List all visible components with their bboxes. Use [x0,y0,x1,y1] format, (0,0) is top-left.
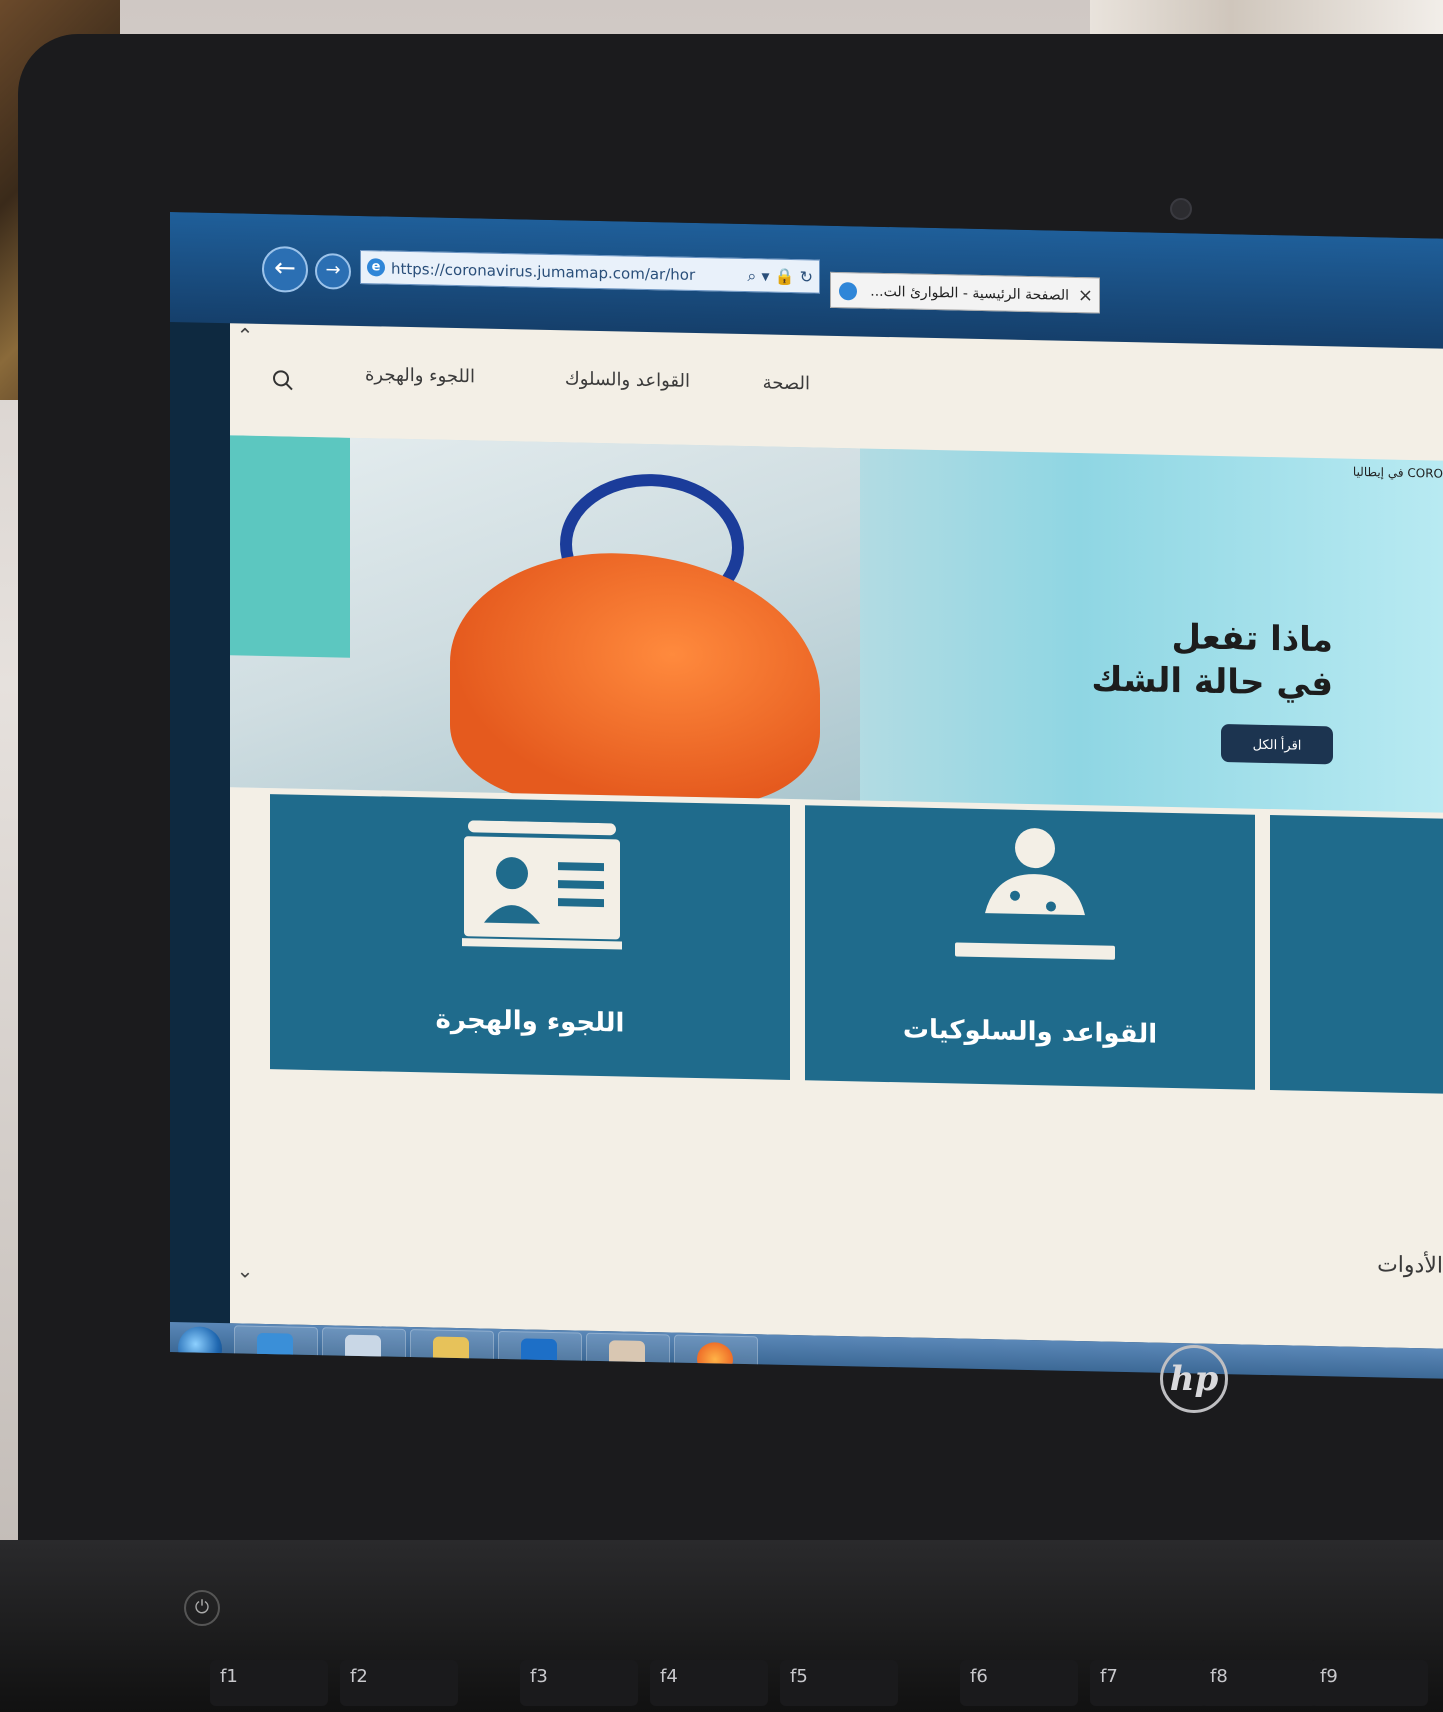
hp-logo: hp [1160,1345,1228,1413]
search-icon[interactable] [272,369,294,391]
webcam [1170,198,1192,220]
person-rules-icon [955,828,1115,960]
tab-favicon [839,282,857,301]
nav-item-rules[interactable]: القواعد والسلوك [565,368,690,392]
key-f3[interactable]: f3 [520,1660,638,1706]
nav-item-health[interactable]: الصحة [763,372,810,394]
hero-title: ماذا تفعل في حالة الشك [1073,613,1333,706]
card-partial[interactable] [1270,815,1443,1095]
key-f5[interactable]: f5 [780,1660,898,1706]
browser-tab[interactable]: الصفحة الرئيسية - الطوارئ الت... × [830,271,1100,314]
close-tab-icon[interactable]: × [1078,278,1093,313]
ie-icon: e [367,258,385,277]
card-asylum[interactable]: اللجوء والهجرة [270,794,790,1080]
key-f1[interactable]: f1 [210,1660,328,1706]
laptop-screen: ← → e https://coronavirus.jumamap.com/ar… [170,212,1443,1379]
category-cards: اللجوء والهجرة القواعد والسلوكيات [270,794,1443,1099]
key-f9[interactable]: f9 [1310,1660,1428,1706]
scroll-down-icon[interactable]: ⌄ [230,1258,260,1299]
card-asylum-label: اللجوء والهجرة [435,1004,625,1039]
function-keys-row: f1 f2 f3 f4 f5 f6 f7 f8 f9 [150,1640,1443,1712]
news-ticker[interactable]: في إيطاليا CORO [1353,465,1443,481]
tab-title: الصفحة الرئيسية - الطوارئ الت... [870,283,1069,304]
web-page: ⌃ ⌄ الصحة القواعد والسلوك اللجوء والهجرة… [230,323,1443,1349]
hero-title-line2: في حالة الشك [1091,659,1333,705]
tools-section-title: الأدوات [1377,1252,1443,1279]
key-f7[interactable]: f7 [1090,1660,1208,1706]
forward-button[interactable]: → [315,253,351,290]
key-f6[interactable]: f6 [960,1660,1078,1706]
scrubs-image [230,435,350,658]
power-button-icon[interactable]: ⏻ [184,1590,220,1626]
read-all-button[interactable]: اقرأ الكل [1221,724,1333,765]
main-nav: الصحة القواعد والسلوك اللجوء والهجرة [350,364,810,414]
address-controls[interactable]: ⌕ ▾ 🔒 ↻ [747,259,813,294]
id-card-icon [462,820,622,950]
key-f2[interactable]: f2 [340,1660,458,1706]
card-rules[interactable]: القواعد والسلوكيات [805,805,1255,1090]
scroll-up-icon[interactable]: ⌃ [230,323,260,364]
key-f8[interactable]: f8 [1200,1660,1318,1706]
card-rules-label: القواعد والسلوكيات [902,1014,1158,1050]
nav-item-asylum[interactable]: اللجوء والهجرة [365,364,475,387]
back-button[interactable]: ← [262,245,308,293]
hero-banner: ماذا تفعل في حالة الشك اقرأ الكل [230,435,1443,813]
url-text: https://coronavirus.jumamap.com/ar/hor [391,259,696,285]
hero-title-line1: ماذا تفعل [1171,616,1333,661]
key-f4[interactable]: f4 [650,1660,768,1706]
address-bar[interactable]: e https://coronavirus.jumamap.com/ar/hor… [360,249,820,294]
